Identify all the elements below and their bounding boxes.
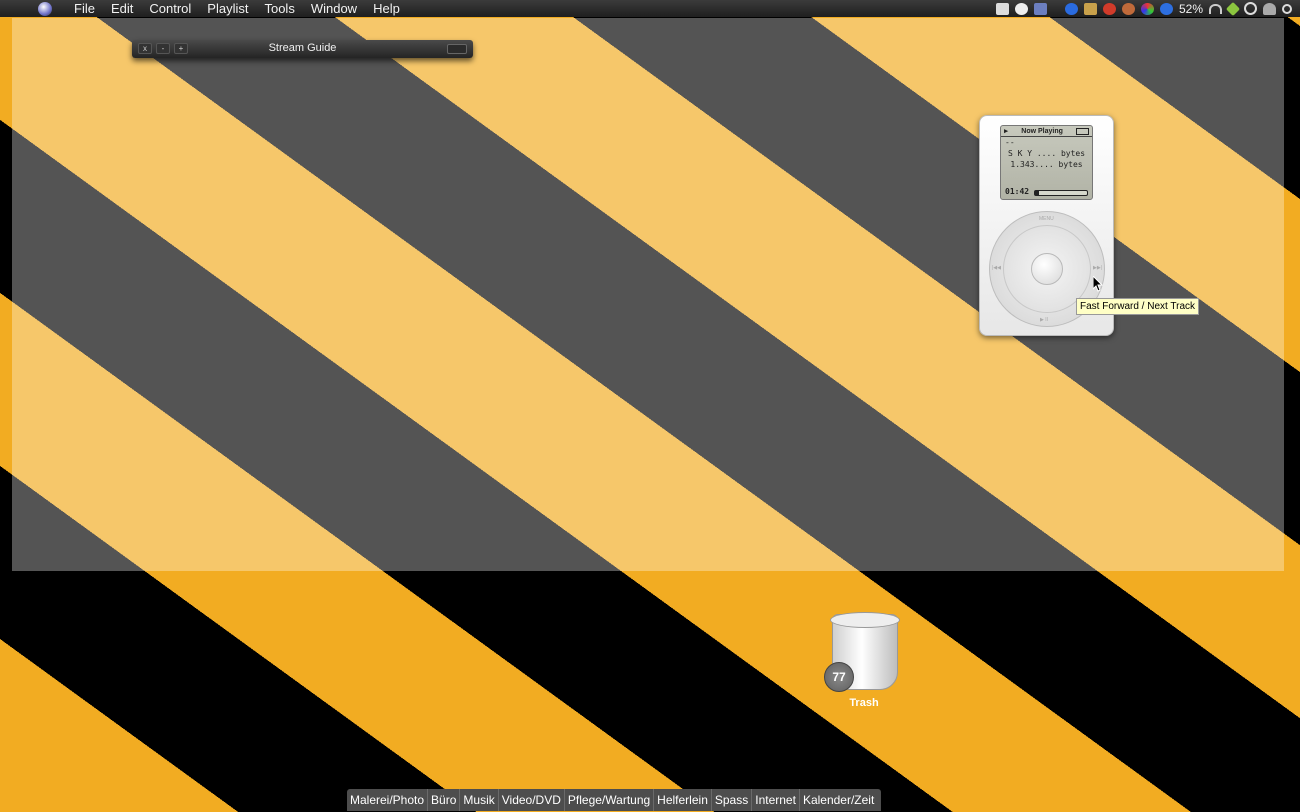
- color-wheel-icon[interactable]: [1140, 2, 1154, 15]
- dock-item-spass[interactable]: Spass: [712, 789, 753, 811]
- dock-item-internet[interactable]: Internet: [752, 789, 800, 811]
- tooltip: Fast Forward / Next Track: [1076, 298, 1200, 315]
- collapse-button[interactable]: [447, 44, 467, 54]
- chat-icon[interactable]: [1244, 2, 1257, 15]
- dock-item-musik[interactable]: Musik: [460, 789, 499, 811]
- menu-window[interactable]: Window: [303, 0, 365, 17]
- trash[interactable]: 77 Trash: [824, 610, 904, 710]
- now-playing-label: Now Playing: [1021, 127, 1063, 135]
- disk-icon[interactable]: [995, 2, 1009, 15]
- info-icon[interactable]: [1053, 3, 1059, 15]
- screen-header: ▶ Now Playing: [1001, 126, 1092, 137]
- grid-icon[interactable]: [1033, 2, 1047, 15]
- battery-icon: [1076, 127, 1089, 135]
- progress-bar[interactable]: [1034, 190, 1088, 196]
- track-line-1: --: [1005, 138, 1015, 147]
- previous-track-button[interactable]: |◀◀: [992, 265, 1001, 271]
- track-line-3: 1.343.... bytes: [1010, 160, 1083, 169]
- user-icon[interactable]: [1263, 2, 1276, 15]
- stop-icon[interactable]: [1102, 2, 1116, 15]
- gear-icon[interactable]: [1121, 2, 1135, 15]
- spotlight-search-icon[interactable]: [1282, 3, 1292, 14]
- menu-extras: 52%: [995, 1, 1300, 16]
- dock-item-malerei-photo[interactable]: Malerei/Photo: [347, 789, 429, 811]
- play-pause-button[interactable]: ▶ II: [1040, 317, 1048, 323]
- menu-file[interactable]: File: [66, 0, 103, 17]
- dock-item-pflege-wartung[interactable]: Pflege/Wartung: [565, 789, 655, 811]
- stripes-icon[interactable]: [1083, 2, 1097, 15]
- elapsed-time: 01:42: [1005, 187, 1030, 196]
- menu-control[interactable]: Control: [141, 0, 199, 17]
- next-track-button[interactable]: ▶▶|: [1093, 265, 1102, 271]
- ipod-screen: ▶ Now Playing -- S K Y .... bytes 1.343.…: [1000, 125, 1093, 200]
- trash-rim: [830, 612, 900, 628]
- menu-bar: File Edit Control Playlist Tools Window …: [0, 0, 1300, 17]
- globe-icon[interactable]: [1159, 2, 1173, 15]
- clock-icon[interactable]: [1014, 2, 1028, 15]
- menu-playlist[interactable]: Playlist: [199, 0, 256, 17]
- trash-count-badge: 77: [824, 662, 854, 692]
- select-button[interactable]: [1031, 253, 1063, 285]
- menu-tools[interactable]: Tools: [256, 0, 302, 17]
- menu-button[interactable]: MENU: [1039, 216, 1054, 222]
- window-title: Stream Guide: [268, 42, 337, 54]
- battery-percent[interactable]: 52%: [1179, 2, 1203, 16]
- trash-label: Trash: [849, 697, 879, 709]
- menu-edit[interactable]: Edit: [103, 0, 141, 17]
- stream-guide-window[interactable]: x - + Stream Guide: [132, 40, 473, 58]
- mouse-cursor-icon: [1093, 276, 1103, 292]
- headphones-icon[interactable]: [1209, 3, 1222, 14]
- text-icon[interactable]: [1064, 2, 1078, 15]
- app-icon[interactable]: [38, 1, 52, 16]
- track-line-2: S K Y .... bytes: [1007, 149, 1086, 158]
- menu-help[interactable]: Help: [365, 0, 408, 17]
- dock-item-video-dvd[interactable]: Video/DVD: [499, 789, 565, 811]
- dock-item-helferlein[interactable]: Helferlein: [654, 789, 712, 811]
- dock-item-kalender-zeit[interactable]: Kalender/Zeit: [800, 789, 877, 811]
- dock-bar: Malerei/Photo Büro Musik Video/DVD Pfleg…: [347, 789, 881, 811]
- dock-item-buero[interactable]: Büro: [428, 789, 461, 811]
- diamond-icon[interactable]: [1225, 1, 1241, 16]
- progress-fill: [1035, 191, 1040, 195]
